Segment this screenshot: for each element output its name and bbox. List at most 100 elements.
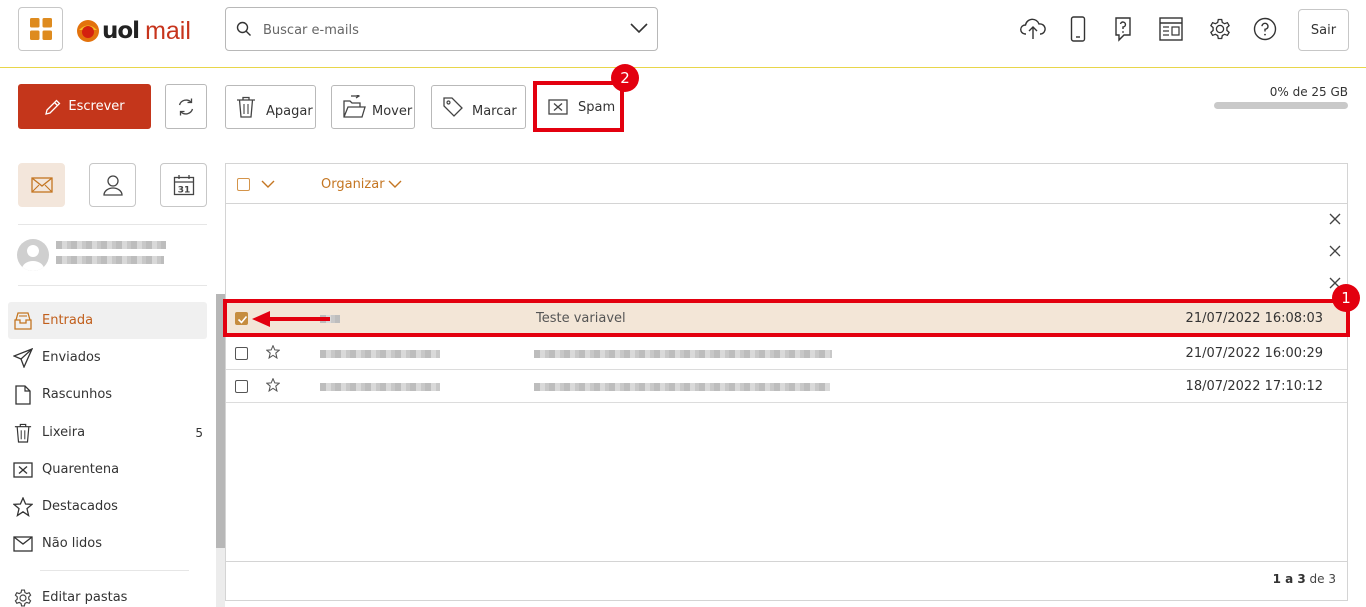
refresh-button[interactable] xyxy=(165,84,207,129)
move-button[interactable]: Mover xyxy=(331,85,415,129)
star-icon[interactable] xyxy=(266,378,280,392)
calendar-icon: 31 xyxy=(173,175,194,196)
annotation-badge-2: 2 xyxy=(611,64,639,92)
help-chat-icon[interactable] xyxy=(1108,14,1138,44)
chevron-down-icon xyxy=(388,180,402,188)
divider xyxy=(40,570,189,571)
send-icon xyxy=(12,347,34,368)
move-folder-icon xyxy=(343,95,366,118)
upload-cloud-icon[interactable] xyxy=(1018,14,1048,44)
apps-grid-icon xyxy=(29,18,52,40)
storage-usage-bar xyxy=(1214,102,1348,109)
apps-menu-button[interactable] xyxy=(18,7,63,51)
close-icon[interactable] xyxy=(1328,244,1342,258)
refresh-icon xyxy=(178,98,194,115)
edit-folders-link[interactable]: Editar pastas xyxy=(8,579,207,607)
trash-icon xyxy=(237,96,255,118)
annotation-arrow-icon xyxy=(252,311,330,327)
sidebar-item-lixeira[interactable]: Lixeira 5 xyxy=(8,414,207,451)
annotation-badge-1: 1 xyxy=(1332,284,1360,312)
user-icon xyxy=(102,175,123,196)
newsletter-icon[interactable] xyxy=(1156,14,1186,44)
redacted-sender xyxy=(320,350,440,358)
sidebar-item-label: Não lidos xyxy=(42,536,102,551)
delete-button[interactable]: Apagar xyxy=(225,85,316,129)
search-box[interactable] xyxy=(225,7,658,51)
redacted-sender xyxy=(320,383,440,391)
mobile-phone-icon[interactable] xyxy=(1063,14,1093,44)
envelope-x-icon xyxy=(30,177,53,193)
sidebar-item-quarentena[interactable]: Quarentena xyxy=(8,451,207,488)
draft-icon xyxy=(12,384,34,405)
search-input[interactable] xyxy=(263,20,613,40)
mark-label: Marcar xyxy=(472,103,517,119)
divider xyxy=(18,224,207,225)
pagination-range: 1 a 3 xyxy=(1272,572,1306,586)
sidebar-item-label: Destacados xyxy=(42,499,118,514)
logo-brand-text: uol xyxy=(102,18,140,44)
tag-icon xyxy=(443,97,463,117)
contacts-view-button[interactable] xyxy=(89,163,136,207)
row-checkbox[interactable] xyxy=(235,380,248,393)
compose-label: Escrever xyxy=(68,99,125,114)
sidebar-item-entrada[interactable]: Entrada xyxy=(8,302,207,339)
annotation-highlight-spam xyxy=(533,81,624,132)
svg-text:31: 31 xyxy=(177,186,190,196)
annotation-highlight-row xyxy=(223,299,1350,337)
gear-icon[interactable] xyxy=(1205,14,1235,44)
mark-button[interactable]: Marcar xyxy=(431,85,526,129)
default-avatar-icon xyxy=(22,245,44,271)
sidebar-item-label: Entrada xyxy=(42,313,94,328)
pagination-info: 1 a 3 de 3 xyxy=(1200,572,1336,586)
sidebar-item-count: 5 xyxy=(195,425,203,440)
organize-dropdown[interactable]: Organizar xyxy=(321,177,402,192)
sidebar-item-n-o-lidos[interactable]: Não lidos xyxy=(8,525,207,562)
gear-icon xyxy=(14,589,32,606)
compose-button[interactable]: Escrever xyxy=(18,84,151,129)
edit-folders-label: Editar pastas xyxy=(42,590,128,605)
divider xyxy=(226,561,1347,562)
trash-icon xyxy=(12,423,34,443)
uol-sun-icon xyxy=(77,20,99,42)
envelope-icon xyxy=(12,535,34,552)
delete-label: Apagar xyxy=(266,103,313,119)
mail-view-button[interactable] xyxy=(18,163,65,207)
calendar-view-button[interactable]: 31 xyxy=(160,163,207,207)
sidebar-item-label: Lixeira xyxy=(42,425,86,440)
logout-button[interactable]: Sair xyxy=(1298,9,1349,51)
table-row[interactable]: 21/07/2022 16:00:29 xyxy=(226,337,1347,370)
select-all-checkbox[interactable] xyxy=(237,178,250,191)
storage-usage-label: 0% de 25 GB xyxy=(1269,85,1348,99)
chevron-down-icon[interactable] xyxy=(261,180,275,189)
redacted-subject xyxy=(534,350,832,358)
row-checkbox[interactable] xyxy=(235,347,248,360)
close-icon[interactable] xyxy=(1328,212,1342,226)
move-label: Mover xyxy=(372,103,413,119)
table-row[interactable]: 18/07/2022 17:10:12 xyxy=(226,370,1347,403)
sidebar-item-label: Enviados xyxy=(42,350,101,365)
sidebar-item-enviados[interactable]: Enviados xyxy=(8,339,207,376)
search-icon xyxy=(236,21,251,36)
uol-mail-logo[interactable]: uol mail xyxy=(76,14,191,48)
star-icon[interactable] xyxy=(266,345,280,359)
logo-product-text: mail xyxy=(145,16,191,45)
star-icon xyxy=(12,496,34,517)
pagination-total: de 3 xyxy=(1309,572,1336,586)
redacted-account-email xyxy=(56,256,164,264)
avatar xyxy=(17,239,49,271)
sidebar-item-label: Rascunhos xyxy=(42,387,113,402)
divider xyxy=(18,285,207,286)
sidebar-item-rascunhos[interactable]: Rascunhos xyxy=(8,376,207,413)
chevron-down-icon[interactable] xyxy=(630,22,648,34)
quarantine-icon xyxy=(12,461,34,478)
sidebar-item-label: Quarentena xyxy=(42,462,120,477)
pencil-icon xyxy=(45,99,61,115)
redacted-account-name xyxy=(56,241,166,249)
mail-date: 18/07/2022 17:10:12 xyxy=(1185,379,1323,394)
sidebar-item-destacados[interactable]: Destacados xyxy=(8,488,207,525)
inbox-icon xyxy=(12,311,34,331)
help-circle-icon[interactable] xyxy=(1250,14,1280,44)
mail-date: 21/07/2022 16:00:29 xyxy=(1185,346,1323,361)
organize-label: Organizar xyxy=(321,177,385,192)
redacted-subject xyxy=(534,383,830,391)
